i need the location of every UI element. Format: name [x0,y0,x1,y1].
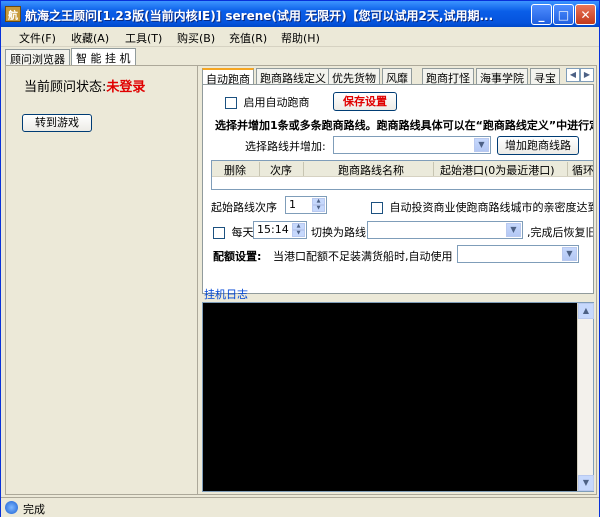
col-loop[interactable]: 循环 [568,162,593,176]
minimize-button[interactable]: _ [531,4,552,25]
tab-route-definition[interactable]: 跑商路线定义 [256,68,330,84]
goto-game-button[interactable]: 转到游戏 [22,114,92,132]
daily-time-spinner[interactable]: 15:14 ▲ ▼ [253,221,307,239]
tab-auto-trade[interactable]: 自动跑商 [202,68,254,84]
auto-invest-checkbox[interactable] [371,202,383,214]
status-text: 完成 [23,503,45,516]
maximize-button[interactable]: □ [553,4,574,25]
app-icon: 航 [5,6,21,22]
route-select[interactable]: ▼ [333,136,491,154]
select-route-label: 选择路线并增加: [245,140,326,153]
menu-recharge[interactable]: 充值(R) [229,30,267,45]
daily-switch-checkbox[interactable] [213,227,225,239]
start-order-label: 起始路线次序 [211,201,277,214]
tab-browser[interactable]: 顾问浏览器 [5,49,70,66]
left-panel: 当前顾问状态:未登录 转到游戏 [5,65,197,495]
auto-invest-label: 自动投资商业使跑商路线城市的亲密度达到 [389,201,594,214]
tab-scroll-left-icon[interactable]: ◀ [566,68,580,82]
advisor-status-label: 当前顾问状态: [24,80,107,95]
menu-bar: 文件(F) 收藏(A) 工具(T) 购买(B) 充值(R) 帮助(H) [1,27,599,47]
outer-tab-strip: 顾问浏览器 智 能 挂 机 [5,48,595,66]
daily-label: 每天 [231,226,254,239]
quota-desc: 当港口配额不足装满货船时,自动使用 [273,250,453,263]
time-up-icon[interactable]: ▲ [292,223,305,230]
advisor-status-value: 未登录 [106,80,146,95]
quota-item-select[interactable]: ▼ [457,245,579,263]
save-settings-button[interactable]: 保存设置 [333,92,397,111]
auto-trade-panel: 启用自动跑商 保存设置 选择并增加1条或多条跑商路线。跑商路线具体可以在“跑商路… [202,84,594,294]
switch-route-label: 切换为路线 [311,226,366,239]
log-output[interactable]: ▲ ▼ [202,302,594,492]
close-button[interactable]: ✕ [575,4,596,25]
start-order-spinner[interactable]: 1 ▲ ▼ [285,196,327,214]
scroll-down-icon[interactable]: ▼ [578,475,594,491]
daily-switch[interactable]: 每天 [213,224,254,240]
advisor-status: 当前顾问状态:未登录 [24,76,145,95]
menu-tools[interactable]: 工具(T) [125,30,162,45]
menu-buy[interactable]: 购买(B) [177,30,215,45]
time-down-icon[interactable]: ▼ [292,230,305,237]
chevron-down-icon: ▼ [562,247,577,261]
chevron-down-icon: ▼ [506,223,521,237]
start-order-value: 1 [289,198,296,211]
col-order[interactable]: 次序 [260,162,304,176]
tab-treasure[interactable]: 寻宝 [530,68,560,84]
menu-file[interactable]: 文件(F) [19,30,56,45]
col-start-port[interactable]: 起始港口(0为最近港口) [434,162,568,176]
log-label: 挂机日志 [204,288,248,301]
auto-invest[interactable]: 自动投资商业使跑商路线城市的亲密度达到 [371,199,593,215]
enable-auto-trade[interactable]: 启用自动跑商 [225,94,310,110]
inner-tab-strip: 自动跑商 跑商路线定义 优先货物 风靡 跑商打怪 海事学院 寻宝 ◀ ▶ [202,68,594,84]
restore-label: ,完成后恢复旧 [527,226,593,239]
chevron-down-icon: ▼ [474,138,489,152]
col-delete[interactable]: 删除 [212,162,260,176]
spinner-down-icon[interactable]: ▼ [312,205,325,212]
right-panel: 自动跑商 跑商路线定义 优先货物 风靡 跑商打怪 海事学院 寻宝 ◀ ▶ 启用自… [197,65,597,495]
spinner-up-icon[interactable]: ▲ [312,198,325,205]
enable-auto-trade-checkbox[interactable] [225,97,237,109]
daily-time-value: 15:14 [257,223,289,236]
route-grid: 删除 次序 跑商路线名称 起始港口(0为最近港口) 循环 [211,160,593,190]
menu-help[interactable]: 帮助(H) [281,30,320,45]
time-spinner-buttons[interactable]: ▲ ▼ [292,223,305,237]
tab-maritime-academy[interactable]: 海事学院 [476,68,528,84]
col-route-name[interactable]: 跑商路线名称 [304,162,434,176]
status-bar: 完成 [1,497,599,517]
switch-route-select[interactable]: ▼ [367,221,523,239]
tab-scroll-right-icon[interactable]: ▶ [580,68,594,82]
globe-icon [5,501,18,514]
app-window: 航 航海之王顾问[1.23版(当前内核IE)] serene(试用 无限开)【您… [0,0,600,517]
spinner-buttons[interactable]: ▲ ▼ [312,198,325,212]
quota-label: 配额设置: [213,250,262,263]
route-hint: 选择并增加1条或多条跑商路线。跑商路线具体可以在“跑商路线定义”中进行定义 [215,119,594,132]
tab-priority-goods[interactable]: 优先货物 [328,68,380,84]
log-scrollbar[interactable]: ▲ ▼ [577,303,594,491]
menu-favorites[interactable]: 收藏(A) [71,30,109,45]
route-grid-header: 删除 次序 跑商路线名称 起始港口(0为最近港口) 循环 [212,161,593,177]
scroll-up-icon[interactable]: ▲ [578,303,594,319]
tab-fashion[interactable]: 风靡 [382,68,412,84]
window-title: 航海之王顾问[1.23版(当前内核IE)] serene(试用 无限开)【您可以… [25,9,494,23]
add-route-button[interactable]: 增加跑商线路 [497,136,579,155]
title-bar[interactable]: 航 航海之王顾问[1.23版(当前内核IE)] serene(试用 无限开)【您… [1,1,599,27]
tab-trade-fight[interactable]: 跑商打怪 [422,68,474,84]
enable-auto-trade-label: 启用自动跑商 [243,96,310,109]
tab-auto-play[interactable]: 智 能 挂 机 [71,48,136,65]
